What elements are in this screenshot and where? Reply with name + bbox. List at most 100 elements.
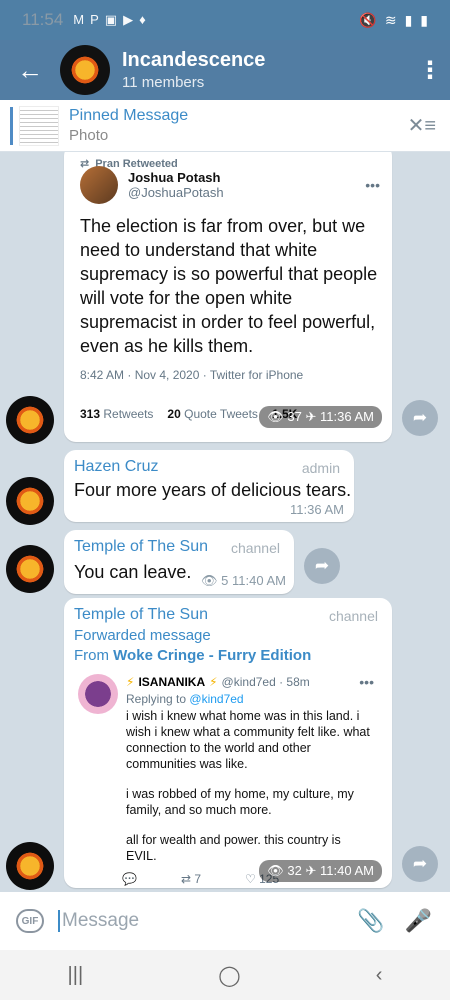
share-button[interactable]: ➦ — [304, 548, 340, 584]
tweet-retweets: 313 Retweets — [80, 407, 154, 421]
message-time: 11:36 AM — [320, 409, 374, 424]
youtube-icon: ▶ — [123, 12, 134, 27]
forwarded-tweet: ⚡ ISANANIKA ⚡ @kind7ed · 58m ••• Replyin… — [78, 674, 378, 886]
channel-post-icon: ✈ — [305, 409, 317, 424]
sun-logo-icon — [9, 845, 51, 887]
message-time: 11:40 AM — [232, 573, 286, 588]
more-vert-icon: ⋮ — [418, 56, 442, 84]
pinned-text: Pinned Message Photo — [69, 107, 188, 144]
message-text: Four more years of delicious tears. — [74, 480, 352, 500]
message-composer: GIF Message 📎 🎤 — [0, 892, 450, 950]
tweet-meta: 8:42 AM · Nov 4, 2020 · Twitter for iPho… — [80, 368, 304, 382]
share-button[interactable]: ➦ — [402, 846, 438, 882]
unpin-button[interactable]: ✕≡ — [408, 113, 436, 138]
microphone-icon: 🎤 — [404, 908, 432, 933]
message-views-time: 👁 32 ✈ 11:40 AM — [259, 860, 382, 882]
tweet-header: ⚡ ISANANIKA ⚡ @kind7ed · 58m ••• — [126, 674, 374, 690]
chat-title-block[interactable]: Incandescence 11 members — [122, 49, 265, 91]
sender-role: channel — [328, 608, 378, 624]
share-arrow-icon: ➦ — [412, 408, 428, 427]
reply-icon: 💬 — [122, 872, 137, 886]
message-temple-leave[interactable]: Temple of The Sun channel You can leave.… — [64, 530, 294, 594]
share-button[interactable]: ➦ — [402, 400, 438, 436]
status-bar: 11:54 M P ▣ ▶ ♦ 🔇 ≋ ▮ ▮ — [0, 0, 450, 40]
tweet-body: The election is far from over, but we ne… — [80, 216, 378, 356]
message-forwarded[interactable]: Temple of The Sun channel Forwarded mess… — [64, 598, 392, 888]
message-views-time: 👁 37 ✈ 11:36 AM — [259, 406, 382, 428]
group-avatar[interactable] — [60, 45, 110, 95]
twitter-icon: ♦ — [139, 12, 146, 27]
tweet-header: Joshua Potash @JoshuaPotash ••• — [80, 166, 380, 204]
message-views-time: 👁 5 11:40 AM — [201, 573, 286, 589]
tweet-more-icon: ••• — [365, 177, 380, 193]
mute-icon: 🔇 — [359, 11, 377, 28]
more-options-button[interactable]: ⋮ — [410, 56, 450, 85]
message-input[interactable]: Message — [58, 910, 139, 932]
sender-avatar[interactable] — [6, 396, 54, 444]
back-nav-icon[interactable]: ‹ — [376, 964, 383, 987]
arrow-left-icon: ← — [17, 54, 43, 85]
message-time: 11:40 AM — [320, 863, 374, 878]
pinned-message-bar[interactable]: Pinned Message Photo ✕≡ — [0, 100, 450, 152]
voice-button[interactable]: 🎤 — [405, 908, 432, 934]
sender-name[interactable]: Temple of The Sun — [74, 538, 208, 556]
notification-icons: M P ▣ ▶ ♦ — [73, 12, 145, 28]
home-icon[interactable]: ◯ — [218, 963, 240, 988]
signal-icon: ▮ — [404, 11, 413, 28]
recent-apps-icon[interactable]: ||| — [68, 964, 84, 987]
message-hazen[interactable]: Hazen Cruz admin Four more years of deli… — [64, 450, 354, 522]
share-arrow-icon: ➦ — [412, 854, 428, 873]
back-button[interactable]: ← — [0, 40, 60, 100]
wifi-icon: ≋ — [384, 11, 397, 28]
chat-header: ← Incandescence 11 members ⋮ — [0, 40, 450, 100]
sender-avatar[interactable] — [6, 545, 54, 593]
chat-title: Incandescence — [122, 49, 266, 71]
channel-post-icon: ✈ — [305, 863, 317, 878]
eye-icon: 👁 — [267, 863, 284, 878]
view-count: 5 — [221, 573, 229, 588]
message-list[interactable]: ⇄ Pran Retweeted Joshua Potash @JoshuaPo… — [0, 152, 450, 892]
eye-icon: 👁 — [267, 409, 284, 424]
tweet-paragraph: i wish i knew what home was in this land… — [126, 709, 370, 771]
tweet-author-avatar — [78, 674, 118, 714]
gmail-icon: M — [73, 12, 85, 27]
from-prefix: From — [74, 647, 109, 664]
system-icons: 🔇 ≋ ▮ ▮ — [359, 12, 428, 29]
tweet-paragraph: i was robbed of my home, my culture, my … — [126, 787, 354, 817]
tweet-author-avatar — [80, 166, 118, 204]
tweet-more-icon: ••• — [359, 674, 374, 690]
sun-logo-icon — [9, 548, 51, 590]
tweet-author-handle: @kind7ed · 58m — [221, 675, 310, 689]
share-arrow-icon: ➦ — [314, 556, 330, 575]
sender-avatar[interactable] — [6, 842, 54, 890]
message-tweet-screenshot[interactable]: ⇄ Pran Retweeted Joshua Potash @JoshuaPo… — [64, 152, 392, 442]
tweet-author-name: ISANANIKA — [138, 675, 206, 689]
sender-role: channel — [230, 540, 280, 556]
forwarded-label: Forwarded message — [74, 627, 211, 644]
pinned-subtitle: Photo — [69, 127, 109, 144]
sender-avatar[interactable] — [6, 477, 54, 525]
unpin-icon: ✕≡ — [407, 115, 436, 137]
gallery-icon: ▣ — [104, 12, 118, 27]
tweet-author-name: Joshua Potash — [128, 170, 221, 185]
paperclip-icon: 📎 — [357, 908, 385, 933]
sender-name[interactable]: Hazen Cruz — [74, 458, 158, 476]
gif-button[interactable]: GIF — [16, 909, 44, 933]
system-nav-bar: ||| ◯ ‹ — [0, 950, 450, 1000]
tweet-author-handle: @JoshuaPotash — [128, 185, 224, 200]
forwarded-from[interactable]: From Woke Cringe - Furry Edition — [74, 647, 311, 664]
eye-icon: 👁 — [201, 573, 218, 588]
tweet-quote-tweets: 20 Quote Tweets — [167, 407, 258, 421]
forward-source[interactable]: Woke Cringe - Furry Edition — [113, 647, 311, 664]
lightning-icon: ⚡ — [209, 675, 218, 689]
message-text: You can leave. — [74, 562, 192, 582]
lightning-icon: ⚡ — [126, 675, 135, 689]
pinned-thumbnail — [19, 105, 59, 146]
sun-logo-icon — [64, 49, 106, 91]
attach-button[interactable]: 📎 — [357, 908, 384, 934]
sender-name[interactable]: Temple of The Sun — [74, 606, 208, 624]
view-count: 32 — [287, 863, 302, 878]
status-time: 11:54 — [22, 10, 64, 29]
member-count: 11 members — [122, 74, 205, 91]
paypal-icon: P — [90, 12, 99, 27]
